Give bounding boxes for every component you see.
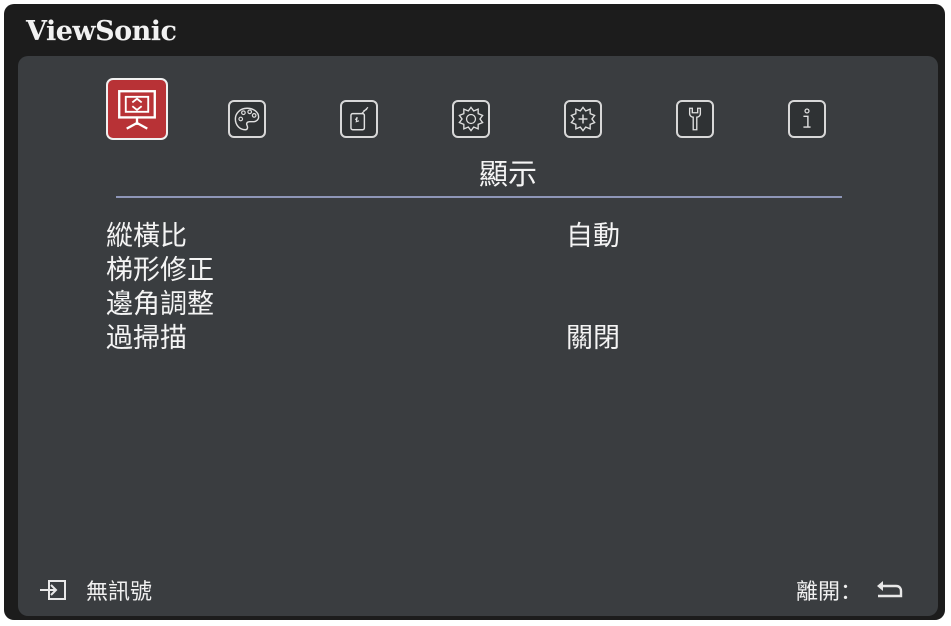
tab-color[interactable] — [228, 100, 266, 138]
exit-hint[interactable]: 離開： — [796, 574, 904, 606]
advanced-gear-icon — [570, 106, 596, 132]
tab-information[interactable] — [788, 100, 826, 138]
tab-system[interactable] — [676, 100, 714, 138]
source-status: 無訊號 — [38, 574, 152, 606]
menu-item-aspect-ratio[interactable]: 縱橫比 自動 — [106, 214, 906, 252]
tab-power[interactable] — [340, 100, 378, 138]
exit-label: 離開： — [795, 580, 862, 605]
menu-list: 縱橫比 自動 梯形修正 邊角調整 過掃描 關閉 — [106, 214, 906, 354]
source-status-label: 無訊號 — [86, 580, 153, 605]
active-tab-title: 顯示 — [478, 157, 537, 191]
input-source-icon — [40, 580, 66, 600]
tab-advanced[interactable] — [564, 100, 602, 138]
tab-basic[interactable] — [452, 100, 490, 138]
menu-item-corner-adjust[interactable]: 邊角調整 — [106, 282, 906, 320]
palette-icon — [234, 107, 260, 131]
menu-item-keystone[interactable]: 梯形修正 — [106, 248, 906, 286]
menu-item-value: 關閉 — [566, 323, 620, 354]
divider — [116, 196, 842, 198]
brand-logo: ViewSonic — [26, 16, 177, 47]
info-icon — [803, 108, 811, 128]
tab-display[interactable] — [106, 78, 168, 140]
gear-icon — [458, 106, 484, 132]
osd-frame: ViewSonic 顯示 縱橫比 自動 梯形修正 邊角調整 過掃描 關閉 無訊號… — [4, 4, 945, 620]
menu-item-label: 過掃描 — [106, 323, 187, 354]
menu-panel: 顯示 縱橫比 自動 梯形修正 邊角調整 過掃描 關閉 無訊號 離開： — [18, 56, 938, 616]
display-icon — [118, 90, 156, 130]
menu-tabs — [18, 56, 938, 166]
menu-item-overscan[interactable]: 過掃描 關閉 — [106, 316, 906, 354]
return-arrow-icon — [877, 581, 903, 598]
power-icon — [350, 106, 369, 131]
wrench-icon — [688, 107, 702, 131]
